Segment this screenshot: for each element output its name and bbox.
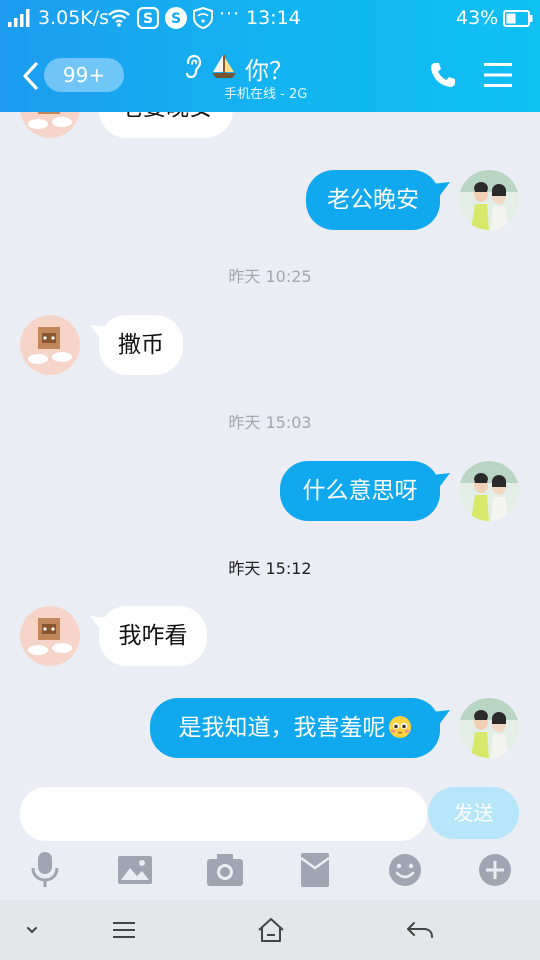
message-input[interactable] — [20, 787, 427, 841]
sailboat-icon — [212, 55, 236, 78]
ear-icon — [185, 54, 202, 79]
message-text: 老婆晚安 — [120, 112, 212, 121]
message-bubble[interactable]: 什么意思呀 — [280, 461, 440, 521]
chat-navbar: 99+ 你？ 手机在线 - 2G — [0, 38, 540, 112]
message-bubble[interactable]: 撒币 — [99, 315, 183, 375]
self-avatar[interactable] — [459, 461, 519, 521]
message-text: 什么意思呀 — [302, 478, 418, 504]
back-arrow-icon[interactable] — [402, 914, 438, 946]
image-icon[interactable] — [115, 852, 155, 888]
sogou-icon: S — [137, 7, 159, 29]
timestamp: 昨天 15:12 — [228, 559, 312, 578]
more-indicator: ··· — [219, 3, 241, 25]
svg-text:S: S — [143, 11, 153, 27]
contact-avatar[interactable] — [20, 112, 80, 138]
status-bar: 3.05K/s S S ··· 13:14 43% — [0, 0, 540, 38]
emoji-icon[interactable] — [385, 852, 425, 888]
message-bubble[interactable]: 我咋看 — [99, 606, 207, 666]
app-header: 3.05K/s S S ··· 13:14 43% 99+ 你？ 手机在线 - … — [0, 0, 540, 112]
sync-icon: S — [165, 7, 187, 29]
message-bubble[interactable]: 老公晚安 — [306, 170, 440, 230]
camera-icon[interactable] — [205, 852, 245, 888]
message-text: 老公晚安 — [327, 187, 419, 213]
self-avatar[interactable] — [459, 170, 519, 230]
message-composer: 发送 — [0, 774, 540, 900]
timestamp: 昨天 15:03 — [228, 413, 312, 432]
message-text: 是我知道，我害羞呢 — [178, 715, 386, 741]
contact-name: 你？ — [245, 57, 293, 85]
battery-icon — [503, 10, 533, 27]
clock: 13:14 — [246, 7, 301, 29]
bubble-tail — [432, 710, 450, 726]
contact-avatar[interactable] — [20, 315, 80, 375]
home-icon[interactable] — [253, 914, 289, 946]
plus-icon[interactable] — [475, 852, 515, 888]
signal-icon — [8, 9, 30, 27]
unread-badge: 99+ — [44, 58, 124, 92]
timestamp: 昨天 10:25 — [228, 267, 312, 286]
battery-percent: 43% — [456, 7, 499, 29]
net-speed: 3.05K/s — [38, 7, 110, 29]
chevron-down-icon[interactable] — [14, 914, 50, 946]
shy-face-emoji — [388, 716, 411, 738]
wifi-icon — [108, 9, 130, 27]
contact-status: 手机在线 - 2G — [224, 87, 308, 102]
bubble-tail — [432, 182, 450, 198]
red-packet-icon[interactable] — [295, 852, 335, 888]
svg-text:S: S — [171, 11, 181, 27]
contact-avatar[interactable] — [20, 606, 80, 666]
send-button[interactable]: 发送 — [428, 787, 519, 839]
phone-icon[interactable] — [428, 60, 458, 90]
message-list[interactable]: 老婆晚安 老公晚安 昨天 10:25 撒币 昨天 15:03 什么意思呀 — [0, 112, 540, 774]
back-icon — [23, 62, 38, 90]
message-text: 撒币 — [118, 332, 164, 358]
microphone-icon[interactable] — [25, 852, 65, 888]
system-navigation-bar — [0, 900, 540, 960]
contact-title[interactable]: 你？ 手机在线 - 2G — [180, 50, 370, 108]
menu-icon[interactable] — [484, 62, 512, 88]
bubble-tail — [432, 473, 450, 489]
message-text: 我咋看 — [118, 623, 188, 649]
message-bubble[interactable]: 是我知道，我害羞呢 — [150, 698, 440, 758]
back-button[interactable]: 99+ — [20, 56, 124, 96]
hamburger-icon[interactable] — [106, 914, 142, 946]
vpn-shield-icon — [193, 7, 213, 29]
self-avatar[interactable] — [459, 698, 519, 758]
message-bubble[interactable]: 老婆晚安 — [99, 112, 233, 138]
